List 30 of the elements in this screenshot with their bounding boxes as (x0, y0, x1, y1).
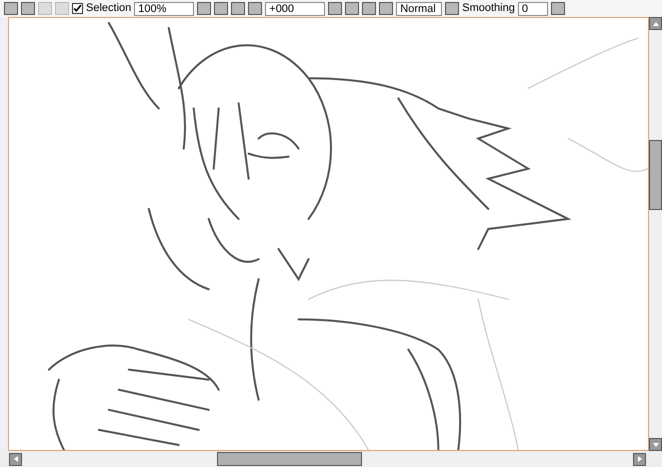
toolbar-button[interactable] (379, 2, 394, 15)
down-arrow-icon (652, 440, 660, 448)
left-arrow-icon (12, 455, 20, 463)
smoothing-label: Smoothing (462, 2, 515, 15)
scroll-left-button[interactable] (9, 452, 22, 466)
scroll-up-button[interactable] (649, 17, 662, 30)
toolbar-button[interactable] (248, 2, 262, 15)
toolbar-button[interactable] (214, 2, 228, 15)
rotate-button[interactable] (362, 2, 376, 15)
angle-field[interactable]: +000 (265, 2, 326, 16)
zoom-field[interactable]: 100% (134, 2, 194, 16)
toolbar-button[interactable] (21, 2, 35, 15)
vertical-scrollbar[interactable] (649, 17, 662, 451)
scroll-down-button[interactable] (649, 438, 662, 451)
smoothing-spin-button[interactable] (550, 2, 565, 15)
right-arrow-icon (636, 455, 644, 463)
blend-mode-field[interactable]: Normal (396, 2, 442, 16)
toolbar-button[interactable] (4, 2, 18, 15)
angle-spin-button[interactable] (328, 2, 342, 15)
toolbar-button[interactable] (231, 2, 246, 15)
zoom-spin-button[interactable] (197, 2, 212, 15)
selection-checkbox[interactable] (72, 3, 83, 14)
selection-label: Selection (86, 2, 132, 15)
scroll-thumb[interactable] (217, 452, 362, 466)
scroll-thumb[interactable] (649, 140, 662, 210)
up-arrow-icon (652, 20, 660, 28)
rotate-button[interactable] (345, 2, 360, 15)
scroll-right-button[interactable] (633, 452, 646, 466)
toolbar-button[interactable] (445, 2, 460, 15)
smoothing-field[interactable]: 0 (518, 2, 548, 16)
